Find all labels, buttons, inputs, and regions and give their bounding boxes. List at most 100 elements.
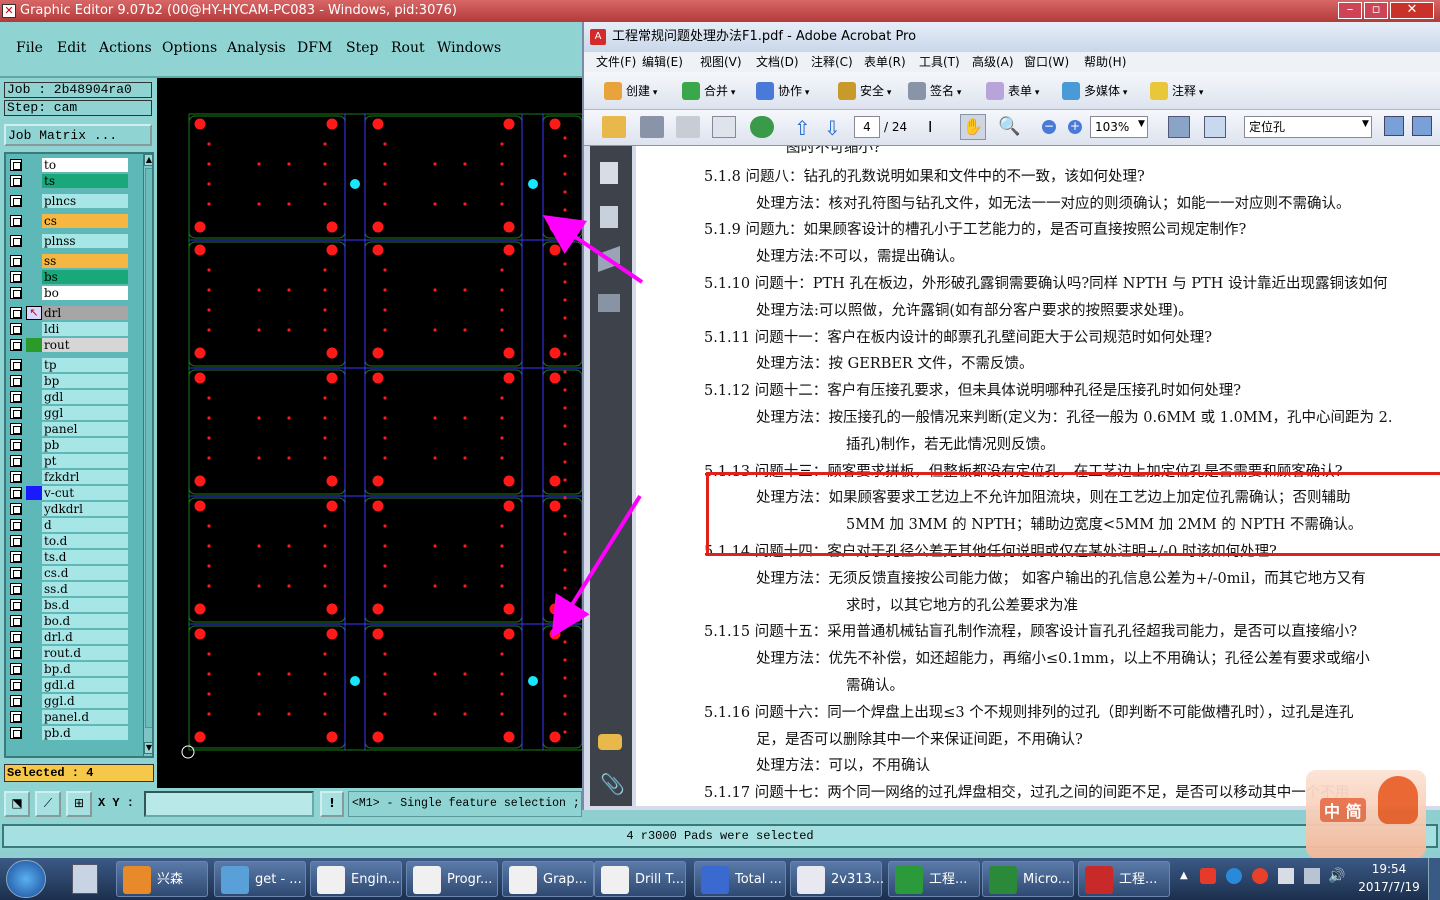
layer-row[interactable]: pb [8,438,128,452]
layer-row[interactable]: gdl.d [8,678,128,692]
taskbar-button[interactable]: Engin... [310,861,402,897]
tray-security-icon[interactable] [1252,868,1268,884]
layer-row[interactable]: rout [8,338,128,352]
tray-network-icon[interactable] [1304,868,1320,884]
acrobat-menu-item[interactable]: 窗口(W) [1024,52,1069,72]
tray-app-icon[interactable] [1200,868,1216,884]
layer-name[interactable]: cs [42,214,128,228]
layer-color-swatch[interactable] [26,270,42,284]
layer-checkbox[interactable] [10,175,22,187]
layer-name[interactable]: bs [42,270,128,284]
layer-name[interactable]: drl [42,306,128,320]
layer-checkbox[interactable] [10,159,22,171]
layer-name[interactable]: bp [42,374,128,388]
layer-row[interactable]: bs [8,270,128,284]
layer-scrollbar[interactable]: ▲ ▼ [143,154,152,756]
acrobat-menu-item[interactable]: 文档(D) [756,52,799,72]
menu-options[interactable]: Options [162,40,217,56]
grid-tool-icon[interactable]: ⊞ [66,791,92,817]
layer-color-swatch[interactable] [26,438,42,452]
layer-name[interactable]: plncs [42,194,128,208]
layer-name[interactable]: gdl.d [42,678,128,692]
menu-dfm[interactable]: DFM [297,40,332,56]
find-previous-icon[interactable] [1384,116,1404,136]
print-icon[interactable] [640,116,664,138]
layer-color-swatch[interactable] [26,470,42,484]
layer-row[interactable]: panel [8,422,128,436]
layer-color-swatch[interactable] [26,234,42,248]
layer-row[interactable]: v-cut [8,486,128,500]
layer-row[interactable]: bp.d [8,662,128,676]
menu-rout[interactable]: Rout [391,40,425,56]
scroll-up-arrow-icon[interactable]: ▲ [144,154,152,166]
layer-row[interactable]: rout.d [8,646,128,660]
maximize-button[interactable]: ▫ [1364,2,1388,19]
open-folder-icon[interactable] [602,116,626,138]
layer-checkbox[interactable] [10,375,22,387]
tray-flag-icon[interactable] [1278,868,1294,884]
layer-checkbox[interactable] [10,487,22,499]
layer-color-swatch[interactable] [26,254,42,268]
layer-name[interactable]: rout [42,338,128,352]
layer-checkbox[interactable] [10,695,22,707]
layer-color-swatch[interactable] [26,614,42,628]
toolbar-button[interactable]: 表单 ▾ [986,77,1039,105]
layer-color-swatch[interactable] [26,582,42,596]
layer-color-swatch[interactable] [26,406,42,420]
find-next-icon[interactable] [1412,116,1432,136]
pages-panel-icon[interactable] [600,162,618,184]
acrobat-menu-item[interactable]: 表单(R) [864,52,906,72]
layer-checkbox[interactable] [10,663,22,675]
comments-panel-icon[interactable] [598,734,622,750]
layer-name[interactable]: ydkdrl [42,502,128,516]
scroll-down-arrow-icon[interactable]: ▼ [144,742,152,754]
ime-fox-widget[interactable]: 中 简 [1306,770,1426,858]
layer-checkbox[interactable] [10,287,22,299]
layer-checkbox[interactable] [10,195,22,207]
layer-row[interactable]: panel.d [8,710,128,724]
layer-name[interactable]: bo.d [42,614,128,628]
layer-checkbox[interactable] [10,215,22,227]
layer-name[interactable]: cs.d [42,566,128,580]
layer-color-swatch[interactable] [26,486,42,500]
layer-name[interactable]: panel.d [42,710,128,724]
layer-checkbox[interactable] [10,567,22,579]
layer-checkbox[interactable] [10,679,22,691]
acrobat-menu-item[interactable]: 编辑(E) [642,52,683,72]
layer-checkbox[interactable] [10,423,22,435]
next-page-icon[interactable]: ⇩ [824,118,841,138]
bookmarks-panel-icon[interactable] [600,206,618,228]
zoom-dropdown-icon[interactable]: ▼ [1138,119,1145,129]
toolbar-button[interactable]: 协作 ▾ [756,77,809,105]
layer-name[interactable]: pb.d [42,726,128,740]
email-icon[interactable] [712,116,736,138]
layer-row[interactable]: cs [8,214,128,228]
layer-row[interactable]: ydkdrl [8,502,128,516]
layer-color-swatch[interactable] [26,174,42,188]
calculator-icon[interactable] [72,864,98,894]
show-desktop-button[interactable] [1428,858,1440,900]
save-icon[interactable] [676,116,700,138]
layer-name[interactable]: ts.d [42,550,128,564]
menu-file[interactable]: File [16,40,43,56]
layer-checkbox[interactable] [10,503,22,515]
layer-checkbox[interactable] [10,271,22,283]
layer-name[interactable]: bs.d [42,598,128,612]
toolbar-button[interactable]: 注释 ▾ [1150,77,1203,105]
layer-color-swatch[interactable] [26,598,42,612]
tray-expand-icon[interactable]: ▲ [1180,870,1188,881]
layer-color-swatch[interactable] [26,534,42,548]
acrobat-menu-item[interactable]: 文件(F) [596,52,636,72]
layer-name[interactable]: ggl [42,406,128,420]
search-input[interactable]: 定位孔 [1244,116,1372,138]
taskbar-button[interactable]: 2v313... [790,861,884,897]
fit-page-icon[interactable] [1168,116,1190,138]
select-text-icon[interactable]: I [928,118,932,136]
layer-row[interactable]: cs.d [8,566,128,580]
acrobat-menu-item[interactable]: 高级(A) [972,52,1014,72]
layer-color-swatch[interactable] [26,338,42,352]
zoom-tool-icon[interactable]: 🔍 [998,116,1020,137]
layer-checkbox[interactable] [10,307,22,319]
layer-name[interactable]: pt [42,454,128,468]
document-page[interactable]: 图时不可缩小? 5.1.8 问题八：钻孔的孔数说明如果和文件中的不一致，该如何处理… [636,146,1440,806]
